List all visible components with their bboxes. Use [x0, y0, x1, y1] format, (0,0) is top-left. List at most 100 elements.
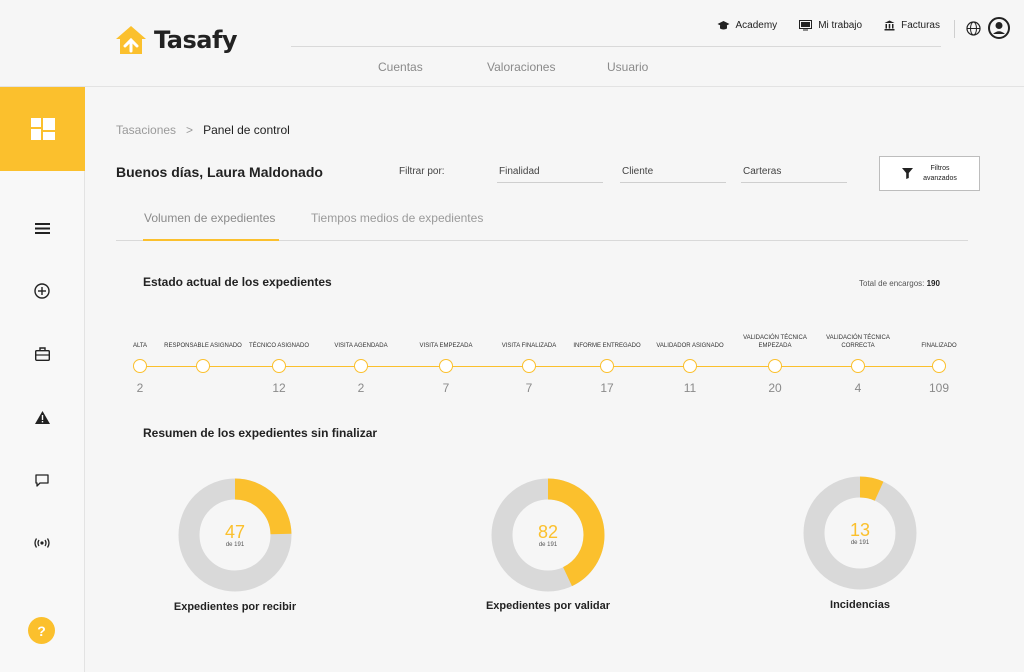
filter-label: Filtrar por: [399, 166, 445, 177]
filter-carteras[interactable]: Carteras [741, 160, 847, 183]
stage-dot[interactable] [439, 359, 453, 373]
sidebar-item-dashboard[interactable] [0, 87, 85, 171]
stage-value: 2 [357, 381, 365, 395]
chat-bubble-icon [35, 473, 49, 487]
total-value: 190 [926, 279, 940, 288]
breadcrumb-current: Panel de control [203, 123, 290, 137]
stage-dot[interactable] [851, 359, 865, 373]
donut-value: 13 [849, 520, 871, 540]
bank-icon [884, 20, 895, 31]
status-title: Estado actual de los expedientes [143, 275, 332, 289]
stage-label: VISITA EMPEZADA [419, 342, 473, 349]
stage-value: 4 [854, 381, 862, 395]
tab-volumen[interactable]: Volumen de expedientes [144, 211, 275, 225]
stage-label: VALIDACIÓN TÉCNICA EMPEZADA [743, 335, 807, 349]
topnav-academy[interactable]: Academy [717, 20, 778, 31]
breadcrumb-root[interactable]: Tasaciones [116, 123, 176, 137]
stage-dot[interactable] [196, 359, 210, 373]
main-navigation: Cuentas Valoraciones Usuario [378, 60, 648, 74]
breadcrumb-separator: > [186, 123, 194, 137]
stage-4: VISITA EMPEZADA [401, 320, 491, 350]
page-greeting: Buenos días, Laura Maldonado [116, 164, 323, 180]
breadcrumb: Tasaciones > Panel de control [116, 123, 290, 137]
sidebar-item-list[interactable] [31, 217, 53, 239]
donut-total: de 191 [538, 542, 558, 548]
stage-value: 7 [442, 381, 450, 395]
donut-total: de 191 [850, 540, 870, 546]
advanced-filters-button[interactable]: Filtros avanzados [879, 156, 980, 191]
donut-1[interactable]: 82 de 191 [491, 478, 605, 592]
plus-circle-icon [34, 283, 50, 299]
donut-value: 82 [537, 522, 559, 542]
donut-total: de 191 [225, 542, 245, 548]
stage-dot[interactable] [683, 359, 697, 373]
menu-lines-icon [34, 222, 50, 234]
donut-value: 47 [224, 522, 246, 542]
stage-label: VISITA AGENDADA [334, 342, 388, 349]
user-avatar-icon [988, 17, 1010, 39]
stage-value: 109 [928, 381, 950, 395]
logo[interactable]: Tasafy [114, 24, 238, 56]
stage-dot[interactable] [133, 359, 147, 373]
sidebar-item-add[interactable] [31, 280, 53, 302]
help-button[interactable]: ? [28, 617, 55, 644]
user-profile-button[interactable] [988, 17, 1010, 44]
stage-value: 2 [136, 381, 144, 395]
stage-dot[interactable] [600, 359, 614, 373]
stage-3: VISITA AGENDADA [316, 320, 406, 350]
monitor-icon [799, 20, 813, 31]
topnav-mi-trabajo[interactable]: Mi trabajo [799, 20, 862, 31]
dashboard-grid-icon [30, 118, 55, 140]
header-divider [954, 20, 955, 38]
total-label: Total de encargos: [859, 279, 925, 288]
stage-label: FINALIZADO [921, 342, 957, 349]
summary-title: Resumen de los expedientes sin finalizar [143, 426, 378, 440]
stage-dot[interactable] [768, 359, 782, 373]
mainnav-cuentas[interactable]: Cuentas [378, 60, 487, 74]
stage-5: VISITA FINALIZADA [484, 320, 574, 350]
stage-value: 20 [768, 381, 782, 395]
sidebar: ? [0, 87, 85, 672]
funnel-icon [902, 168, 914, 179]
stage-7: VALIDADOR ASIGNADO [645, 320, 735, 350]
stage-value: 7 [525, 381, 533, 395]
topnav-facturas-label: Facturas [901, 20, 940, 31]
warning-icon [34, 410, 50, 424]
donut-2[interactable]: 13 de 191 [803, 476, 917, 590]
sidebar-item-portfolio[interactable] [31, 343, 53, 365]
language-button[interactable] [966, 21, 981, 41]
filter-finalidad[interactable]: Finalidad [497, 160, 603, 183]
active-tab-indicator [143, 239, 279, 241]
donut-label: Incidencias [830, 599, 890, 611]
tab-tiempos[interactable]: Tiempos medios de expedientes [311, 211, 483, 225]
stage-value: 17 [600, 381, 614, 395]
stage-6: INFORME ENTREGADO [562, 320, 652, 350]
mainnav-valoraciones[interactable]: Valoraciones [487, 60, 607, 74]
stage-label: VISITA FINALIZADA [501, 342, 557, 349]
sidebar-item-broadcast[interactable] [31, 532, 53, 554]
stage-dot[interactable] [354, 359, 368, 373]
house-logo-icon [116, 26, 146, 54]
top-navigation: Academy Mi trabajo Facturas [717, 20, 940, 31]
stage-dot[interactable] [932, 359, 946, 373]
stage-9: VALIDACIÓN TÉCNICA CORRECTA [813, 320, 903, 350]
globe-icon [966, 21, 981, 36]
stage-dot[interactable] [522, 359, 536, 373]
donut-label: Expedientes por validar [485, 600, 611, 612]
donut-label: Expedientes por recibir [173, 601, 297, 613]
filter-cliente[interactable]: Cliente [620, 160, 726, 183]
donut-0[interactable]: 47 de 191 [178, 478, 292, 592]
app-header: Tasafy Academy Mi trabajo Facturas Cuent… [0, 0, 1024, 87]
advanced-filters-label: Filtros avanzados [923, 165, 957, 182]
mainnav-usuario[interactable]: Usuario [607, 60, 648, 74]
stage-8: VALIDACIÓN TÉCNICA EMPEZADA [730, 320, 820, 350]
timeline-line [140, 366, 940, 367]
sidebar-item-alerts[interactable] [31, 406, 53, 428]
sidebar-item-messages[interactable] [31, 469, 53, 491]
stage-label: INFORME ENTREGADO [573, 342, 641, 349]
stage-dot[interactable] [272, 359, 286, 373]
topnav-divider [291, 46, 941, 47]
stage-value: 12 [272, 381, 286, 395]
topnav-academy-label: Academy [735, 20, 778, 31]
topnav-facturas[interactable]: Facturas [884, 20, 940, 31]
